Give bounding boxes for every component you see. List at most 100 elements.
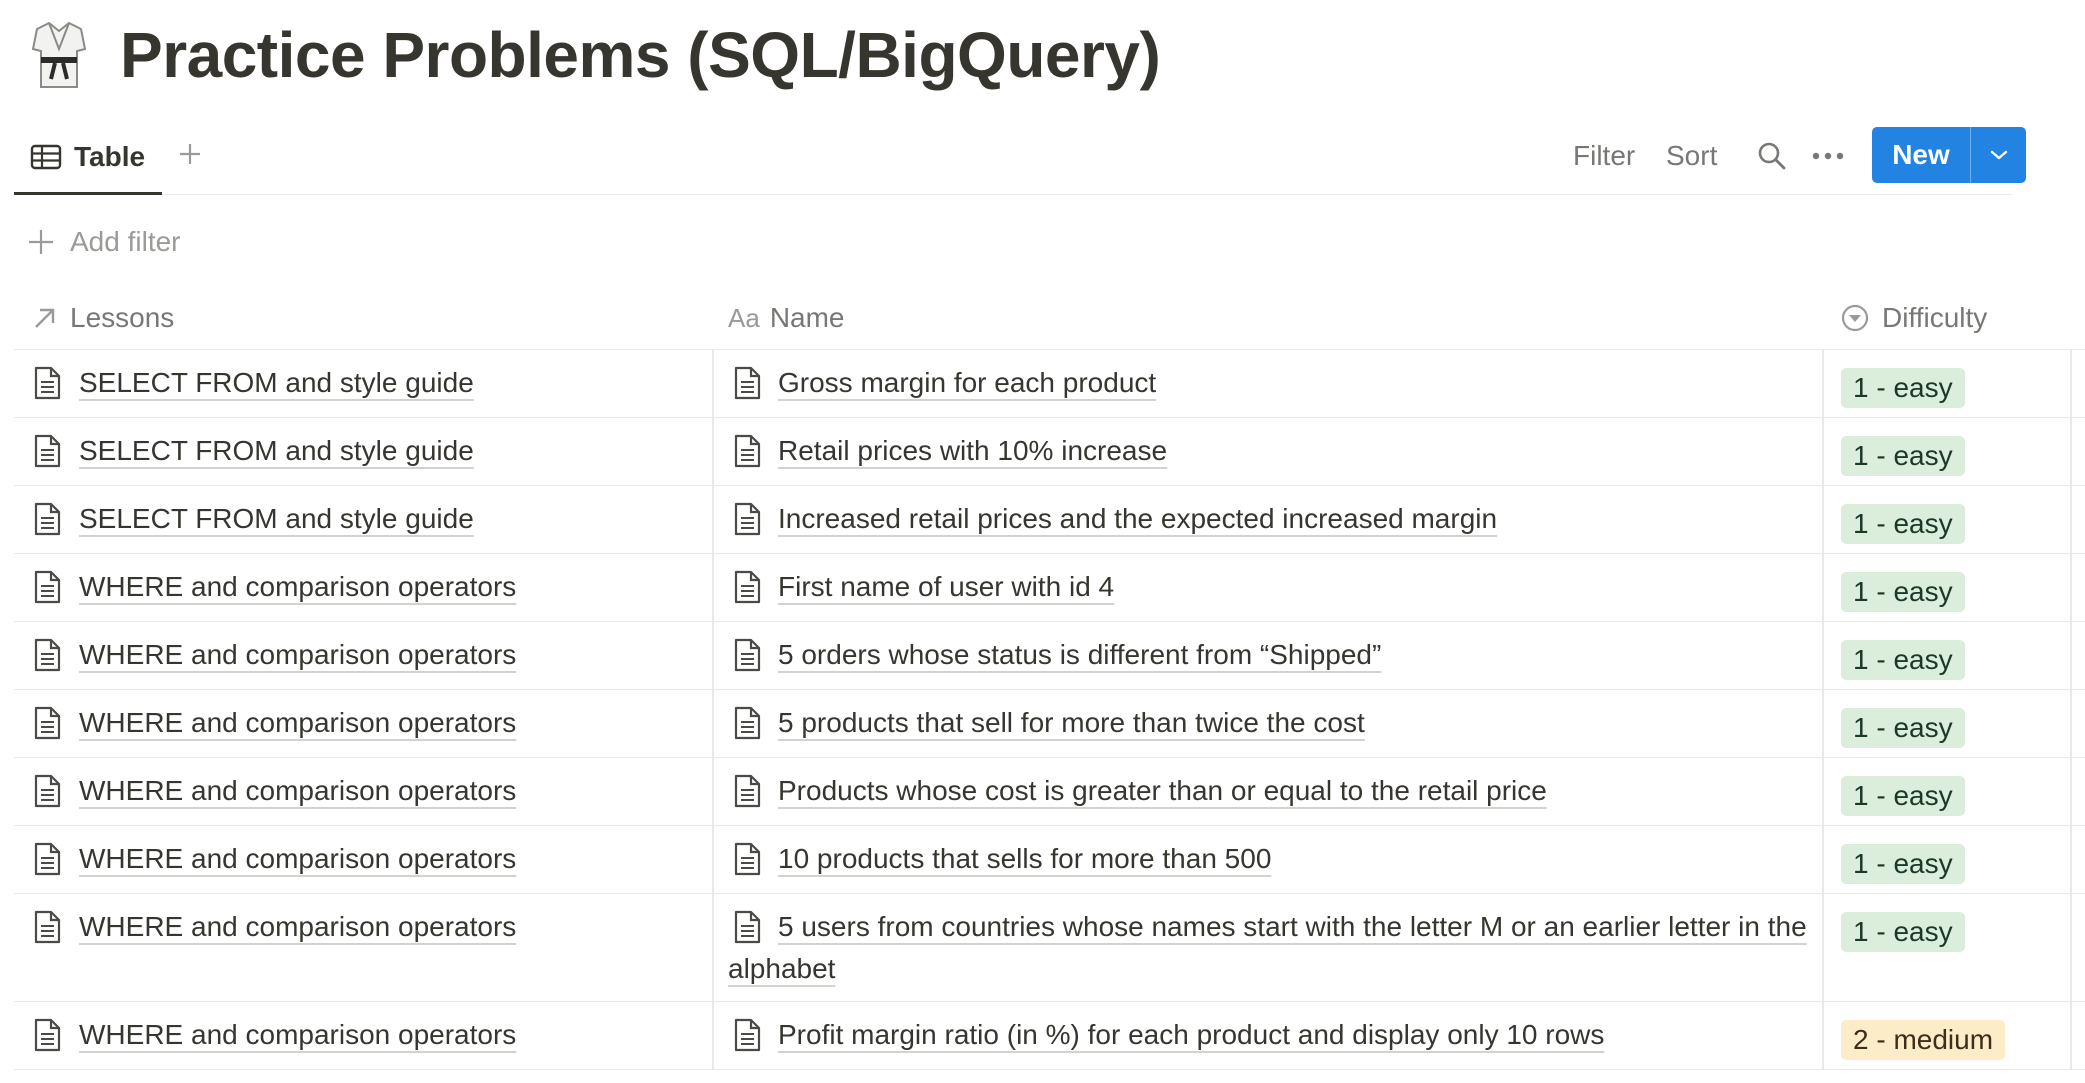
- page-title[interactable]: Practice Problems (SQL/BigQuery): [120, 18, 1161, 92]
- name-cell[interactable]: 10 products that sells for more than 500: [714, 826, 1822, 893]
- difficulty-badge: 2 - medium: [1841, 1020, 2006, 1060]
- lesson-cell[interactable]: WHERE and comparison operators: [14, 554, 712, 621]
- difficulty-cell[interactable]: 1 - easy: [1824, 690, 2070, 757]
- lesson-link[interactable]: SELECT FROM and style guide: [79, 430, 474, 472]
- problem-name-link[interactable]: Products whose cost is greater than or e…: [728, 770, 1828, 812]
- tab-table-label: Table: [74, 141, 146, 172]
- column-header-difficulty[interactable]: Difficulty: [1840, 287, 1987, 349]
- view-toolbar: Table Filter Sort New: [14, 122, 2026, 195]
- difficulty-cell[interactable]: 1 - easy: [1824, 418, 2070, 485]
- more-icon: [1812, 152, 1844, 160]
- page-doc-icon: [32, 434, 62, 468]
- name-cell[interactable]: Increased retail prices and the expected…: [714, 486, 1822, 553]
- problem-name-link[interactable]: 5 users from countries whose names start…: [728, 906, 1828, 990]
- difficulty-badge: 1 - easy: [1841, 572, 1965, 612]
- page-doc-icon: [32, 366, 62, 400]
- name-cell[interactable]: Retail prices with 10% increase: [714, 418, 1822, 485]
- lesson-cell[interactable]: WHERE and comparison operators: [14, 894, 712, 1001]
- lesson-link[interactable]: WHERE and comparison operators: [79, 906, 516, 948]
- search-button[interactable]: [1752, 136, 1792, 176]
- problem-name-link[interactable]: First name of user with id 4: [728, 566, 1828, 608]
- table-row[interactable]: WHERE and comparison operators 5 orders w…: [14, 622, 2085, 690]
- column-divider: [2070, 418, 2072, 485]
- name-cell[interactable]: 5 orders whose status is different from …: [714, 622, 1822, 689]
- tab-table[interactable]: Table: [14, 122, 162, 195]
- name-cell[interactable]: First name of user with id 4: [714, 554, 1822, 621]
- column-label: Name: [769, 302, 845, 333]
- title-aa-icon: Aa: [728, 302, 760, 333]
- column-divider: [2070, 758, 2072, 825]
- plus-icon: [29, 230, 53, 254]
- difficulty-badge: 1 - easy: [1841, 708, 1965, 748]
- chevron-down-icon: [1990, 150, 2007, 160]
- name-cell[interactable]: 5 users from countries whose names start…: [714, 894, 1822, 1001]
- column-divider: [2070, 894, 2072, 1001]
- relation-arrow-icon: [35, 308, 55, 328]
- new-button[interactable]: New: [1872, 127, 1970, 183]
- difficulty-cell[interactable]: 2 - medium: [1824, 1002, 2070, 1069]
- karate-gi-icon[interactable]: [28, 17, 90, 93]
- name-cell[interactable]: Gross margin for each product: [714, 350, 1822, 417]
- problem-name-link[interactable]: Gross margin for each product: [728, 362, 1828, 404]
- lesson-link[interactable]: WHERE and comparison operators: [79, 1014, 516, 1056]
- column-header-name[interactable]: Aa Name: [728, 287, 845, 349]
- filter-button[interactable]: Filter: [1573, 136, 1635, 176]
- lesson-link[interactable]: SELECT FROM and style guide: [79, 362, 474, 404]
- problem-name-link[interactable]: Profit margin ratio (in %) for each prod…: [728, 1014, 1828, 1056]
- table-row[interactable]: WHERE and comparison operators 10 product…: [14, 826, 2085, 894]
- table-row[interactable]: WHERE and comparison operators 5 users fr…: [14, 894, 2085, 1002]
- lesson-cell[interactable]: WHERE and comparison operators: [14, 1002, 712, 1069]
- column-header-lessons[interactable]: Lessons: [32, 287, 174, 349]
- lesson-link[interactable]: SELECT FROM and style guide: [79, 498, 474, 540]
- name-cell[interactable]: Profit margin ratio (in %) for each prod…: [714, 1002, 1822, 1069]
- table-row[interactable]: SELECT FROM and style guide Gross margin …: [14, 350, 2085, 418]
- table-row[interactable]: WHERE and comparison operators 5 products…: [14, 690, 2085, 758]
- table-row[interactable]: WHERE and comparison operators Profit mar…: [14, 1002, 2085, 1070]
- difficulty-cell[interactable]: 1 - easy: [1824, 486, 2070, 553]
- difficulty-cell[interactable]: 1 - easy: [1824, 622, 2070, 689]
- lesson-cell[interactable]: WHERE and comparison operators: [14, 758, 712, 825]
- difficulty-cell[interactable]: 1 - easy: [1824, 894, 2070, 1001]
- name-cell[interactable]: Products whose cost is greater than or e…: [714, 758, 1822, 825]
- difficulty-cell[interactable]: 1 - easy: [1824, 350, 2070, 417]
- new-dropdown-button[interactable]: [1971, 127, 2026, 183]
- difficulty-badge: 1 - easy: [1841, 436, 1965, 476]
- new-button-group: New: [1872, 127, 2026, 183]
- page-doc-icon: [32, 1018, 62, 1052]
- difficulty-cell[interactable]: 1 - easy: [1824, 758, 2070, 825]
- column-label: Lessons: [70, 302, 175, 333]
- more-options-button[interactable]: [1808, 136, 1848, 176]
- lesson-cell[interactable]: SELECT FROM and style guide: [14, 486, 712, 553]
- name-cell[interactable]: 5 products that sell for more than twice…: [714, 690, 1822, 757]
- lesson-cell[interactable]: WHERE and comparison operators: [14, 826, 712, 893]
- problem-name-link[interactable]: Increased retail prices and the expected…: [728, 498, 1828, 540]
- search-icon: [1758, 142, 1786, 170]
- table-header: Lessons Aa Name Difficulty: [14, 287, 2085, 350]
- notion-database-page: Practice Problems (SQL/BigQuery) Table F…: [0, 0, 2085, 1083]
- column-divider: [2070, 350, 2072, 417]
- lesson-link[interactable]: WHERE and comparison operators: [79, 838, 516, 880]
- add-filter-button[interactable]: Add filter: [26, 222, 181, 262]
- difficulty-cell[interactable]: 1 - easy: [1824, 826, 2070, 893]
- problem-name-link[interactable]: Retail prices with 10% increase: [728, 430, 1828, 472]
- table-row[interactable]: WHERE and comparison operators Products w…: [14, 758, 2085, 826]
- difficulty-cell[interactable]: 1 - easy: [1824, 554, 2070, 621]
- sort-button[interactable]: Sort: [1666, 136, 1717, 176]
- table-row[interactable]: SELECT FROM and style guide Increased ret…: [14, 486, 2085, 554]
- lesson-cell[interactable]: SELECT FROM and style guide: [14, 350, 712, 417]
- lesson-cell[interactable]: WHERE and comparison operators: [14, 622, 712, 689]
- select-chevron-icon: [1841, 304, 1869, 332]
- lesson-link[interactable]: WHERE and comparison operators: [79, 634, 516, 676]
- lesson-cell[interactable]: SELECT FROM and style guide: [14, 418, 712, 485]
- lesson-link[interactable]: WHERE and comparison operators: [79, 702, 516, 744]
- table-row[interactable]: SELECT FROM and style guide Retail prices…: [14, 418, 2085, 486]
- table-row[interactable]: WHERE and comparison operators First name…: [14, 554, 2085, 622]
- lesson-cell[interactable]: WHERE and comparison operators: [14, 690, 712, 757]
- problem-name-link[interactable]: 10 products that sells for more than 500: [728, 838, 1828, 880]
- problem-name-link[interactable]: 5 products that sell for more than twice…: [728, 702, 1828, 744]
- column-divider: [2070, 622, 2072, 689]
- problem-name-link[interactable]: 5 orders whose status is different from …: [728, 634, 1828, 676]
- lesson-link[interactable]: WHERE and comparison operators: [79, 770, 516, 812]
- add-view-button[interactable]: [170, 134, 210, 174]
- lesson-link[interactable]: WHERE and comparison operators: [79, 566, 516, 608]
